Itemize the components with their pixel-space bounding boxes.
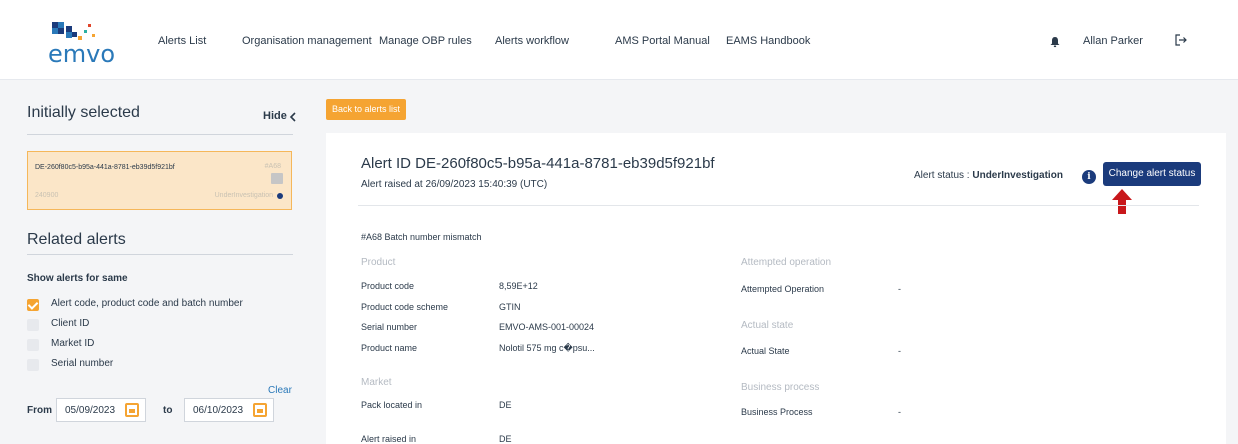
alert-raised-at: Alert raised at 26/09/2023 15:40:39 (UTC…: [361, 179, 548, 190]
related-alerts-title: Related alerts: [27, 231, 126, 248]
alert-id-title: Alert ID DE-260f80c5-b95a-441a-8781-eb39…: [361, 155, 715, 172]
initially-selected-title: Initially selected: [27, 104, 140, 121]
attempted-operation-heading: Attempted operation: [741, 257, 832, 268]
pack-located-in-value: DE: [499, 400, 512, 410]
business-process-heading: Business process: [741, 382, 820, 393]
product-code-scheme-value: GTIN: [499, 302, 521, 312]
show-alerts-for-same-label: Show alerts for same: [27, 273, 128, 284]
to-date-value: 06/10/2023: [193, 405, 244, 416]
actual-state-label: Actual State: [741, 346, 790, 356]
filter-label: Serial number: [51, 358, 114, 369]
alert-raised-in-value: DE: [499, 434, 512, 444]
from-date-input[interactable]: 05/09/2023: [56, 398, 146, 422]
filter-label: Market ID: [51, 338, 95, 349]
market-section-heading: Market: [361, 377, 392, 388]
product-name-value: Nolotil 575 mg c�psu...: [499, 343, 595, 353]
product-code-scheme-label: Product code scheme: [361, 302, 449, 312]
change-alert-status-button[interactable]: Change alert status: [1103, 162, 1201, 186]
alert-status: Alert status : UnderInvestigation: [914, 170, 1063, 181]
product-code-value: 8,59E+12: [499, 281, 538, 291]
actual-state-value: -: [898, 346, 901, 356]
status-dot-icon: [277, 193, 283, 199]
product-name-label: Product name: [361, 343, 418, 353]
chevron-left-icon[interactable]: [289, 112, 297, 122]
checkbox-icon[interactable]: [27, 319, 39, 331]
divider: [27, 134, 293, 135]
attempted-operation-label: Attempted Operation: [741, 284, 825, 294]
selected-alert-card[interactable]: DE-260f80c5-b95a-441a-8781-eb39d5f921bf …: [27, 151, 292, 210]
user-name[interactable]: Allan Parker: [1083, 35, 1143, 47]
to-date-input[interactable]: 06/10/2023: [184, 398, 274, 422]
actual-state-heading: Actual state: [741, 320, 794, 331]
checkbox-icon[interactable]: [27, 359, 39, 371]
nav-alerts-list[interactable]: Alerts List: [158, 35, 206, 47]
filter-label: Client ID: [51, 318, 90, 329]
nav-ams-portal-manual[interactable]: AMS Portal Manual: [615, 35, 710, 47]
nav-alerts-workflow[interactable]: Alerts workflow: [495, 35, 569, 47]
to-label: to: [163, 405, 173, 416]
product-section-heading: Product: [361, 257, 396, 268]
info-icon[interactable]: i: [1082, 170, 1096, 184]
checkbox-icon[interactable]: [27, 339, 39, 351]
card-alert-code: #A68: [264, 163, 281, 170]
top-navigation-bar: emvo Alerts List Organisation management…: [0, 0, 1238, 80]
clear-filters-link[interactable]: Clear: [268, 385, 292, 396]
alert-status-label: Alert status :: [914, 170, 973, 181]
back-to-alerts-list-button[interactable]: Back to alerts list: [326, 99, 407, 120]
alert-status-value: UnderInvestigation: [972, 170, 1063, 181]
rule-description: #A68 Batch number mismatch: [361, 232, 482, 242]
serial-number-label: Serial number: [361, 322, 418, 332]
filter-label: Alert code, product code and batch numbe…: [51, 298, 243, 309]
divider: [27, 254, 293, 255]
image-icon: [271, 173, 283, 184]
logout-icon[interactable]: [1173, 32, 1189, 48]
bell-icon[interactable]: [1049, 36, 1061, 48]
checkbox-checked-icon[interactable]: [27, 299, 39, 311]
card-alert-id: DE-260f80c5-b95a-441a-8781-eb39d5f921bf: [35, 164, 175, 171]
nav-organisation-management[interactable]: Organisation management: [242, 35, 372, 47]
emvo-logo[interactable]: emvo: [48, 18, 118, 72]
nav-manage-obp-rules[interactable]: Manage OBP rules: [379, 35, 472, 47]
attempted-operation-value: -: [898, 284, 901, 294]
calendar-icon[interactable]: [253, 403, 267, 417]
nav-eams-handbook[interactable]: EAMS Handbook: [726, 35, 810, 47]
business-process-label: Business Process: [741, 407, 813, 417]
business-process-value: -: [898, 407, 901, 417]
alert-raised-in-label: Alert raised in: [361, 434, 417, 444]
pack-located-in-label: Pack located in: [361, 400, 423, 410]
card-status: UnderInvestigation: [214, 192, 273, 199]
serial-number-value: EMVO-AMS-001-00024: [499, 322, 595, 332]
product-code-label: Product code: [361, 281, 415, 291]
hide-panel-link[interactable]: Hide: [263, 110, 287, 122]
arrow-up-icon: [1112, 189, 1132, 214]
calendar-icon[interactable]: [125, 403, 139, 417]
from-label: From: [27, 405, 52, 416]
from-date-value: 05/09/2023: [65, 405, 116, 416]
card-product-code: 240900: [35, 192, 59, 199]
logo-text: emvo: [48, 40, 116, 68]
divider: [358, 205, 1199, 206]
